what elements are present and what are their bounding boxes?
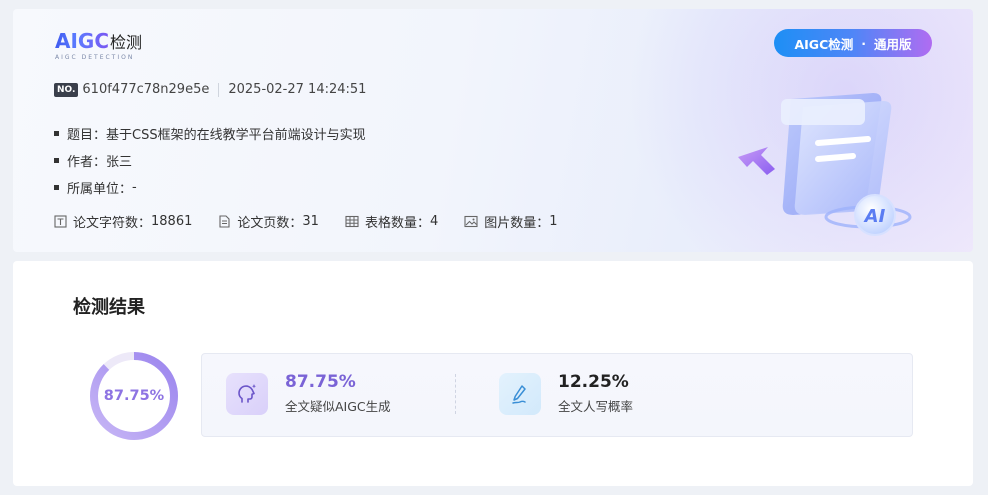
- info-value: -: [132, 180, 137, 195]
- stat-value: 31: [302, 214, 319, 229]
- paper-stats: 论文字符数： 18861 论文页数： 31 表格数量： 4 图片数量： 1: [54, 212, 584, 231]
- info-label: 题目：: [67, 128, 107, 143]
- image-icon: [464, 215, 478, 228]
- stat-table-count: 表格数量： 4: [345, 212, 438, 231]
- stat-value: 18861: [151, 214, 193, 229]
- stat-label: 图片数量：: [484, 216, 550, 231]
- report-id: 610f477c78n29e5e: [82, 82, 210, 97]
- stat-label: 论文页数：: [237, 216, 303, 231]
- info-item-title: 题目： 基于CSS框架的在线教学平台前端设计与实现: [54, 120, 366, 147]
- info-label: 所属单位：: [67, 182, 133, 197]
- aigc-ratio-ring: 87.75%: [88, 350, 180, 442]
- paper-info-list: 题目： 基于CSS框架的在线教学平台前端设计与实现 作者： 张三 所属单位： -: [54, 120, 366, 201]
- human-percent-value: 12.25%: [558, 372, 629, 392]
- bullet-icon: [54, 131, 59, 136]
- stat-char-count: 论文字符数： 18861: [54, 212, 192, 231]
- stat-label: 论文字符数：: [73, 216, 152, 231]
- stat-value: 4: [429, 214, 439, 229]
- ai-percent-label: 全文疑似AIGC生成: [285, 399, 391, 414]
- ai-head-icon-box: [226, 372, 268, 415]
- document-chars-icon: [54, 215, 67, 228]
- metric-ai: 87.75% 全文疑似AIGC生成: [226, 372, 391, 415]
- pen-write-icon-box: [499, 372, 541, 415]
- aigc-logo: AIGC 检测 AIGC DETECTION: [55, 29, 142, 61]
- stat-label: 表格数量：: [364, 216, 430, 231]
- result-panel: 87.75% 全文疑似AIGC生成 12.25% 全文人写概率: [201, 353, 913, 437]
- pen-write-icon: [512, 384, 526, 404]
- result-title: 检测结果: [73, 297, 145, 318]
- info-item-unit: 所属单位： -: [54, 174, 366, 201]
- human-percent-label: 全文人写概率: [558, 399, 634, 414]
- ai-head-icon: [238, 383, 256, 403]
- metric-divider: [455, 374, 456, 414]
- logo-subtitle: AIGC DETECTION: [55, 54, 135, 61]
- id-separator: [218, 82, 220, 97]
- ai-document-illustration: AI: [738, 93, 912, 236]
- no-tag: NO.: [54, 82, 79, 97]
- info-label: 作者：: [67, 155, 107, 170]
- detection-result-card: 检测结果 87.75% 87.75% 全文疑似AIGC生成 12.25% 全文人…: [13, 261, 973, 486]
- stat-page-count: 论文页数： 31: [218, 212, 319, 231]
- bullet-icon: [54, 158, 59, 163]
- logo-aigc-text: AIGC: [55, 29, 110, 53]
- report-id-row: NO. 610f477c78n29e5e 2025-02-27 14:24:51: [54, 82, 366, 97]
- edition-badge: AIGC检测 · 通用版: [774, 29, 932, 57]
- edition-badge-left: AIGC检测: [794, 36, 854, 52]
- edition-badge-right: 通用版: [874, 36, 912, 52]
- logo-cn-text: 检测: [110, 33, 143, 52]
- stat-value: 1: [549, 214, 558, 229]
- info-value: 张三: [106, 155, 133, 170]
- report-header-card: AIGC 检测 AIGC DETECTION AIGC检测 · 通用版 NO. …: [13, 9, 973, 252]
- report-datetime: 2025-02-27 14:24:51: [228, 82, 367, 97]
- illustration-ai-text: AI: [863, 206, 886, 227]
- stat-image-count: 图片数量： 1: [464, 212, 558, 231]
- bullet-icon: [54, 185, 59, 190]
- metric-human: 12.25% 全文人写概率: [499, 372, 633, 415]
- info-value: 基于CSS框架的在线教学平台前端设计与实现: [106, 128, 366, 143]
- ring-percent-text: 87.75%: [103, 388, 165, 404]
- ai-percent-value: 87.75%: [285, 372, 356, 392]
- table-icon: [345, 215, 359, 228]
- edition-badge-dot: ·: [861, 35, 866, 51]
- page-count-icon: [219, 215, 230, 228]
- info-item-author: 作者： 张三: [54, 147, 366, 174]
